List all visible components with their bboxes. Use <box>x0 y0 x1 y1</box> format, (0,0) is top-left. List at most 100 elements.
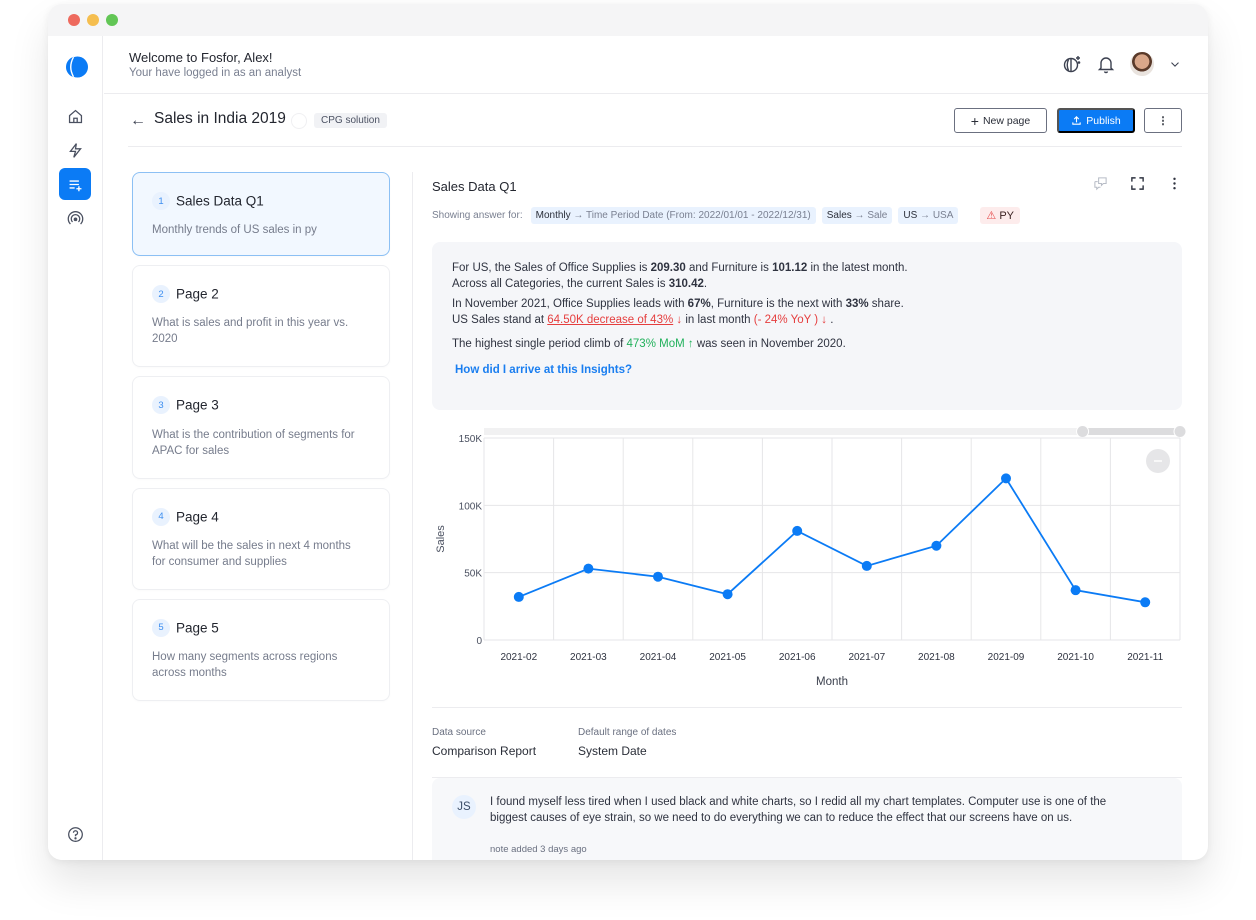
page-card-1[interactable]: 1 Sales Data Q1 Monthly trends of US sale… <box>132 172 390 257</box>
insight-explanation-link[interactable]: How did I arrive at this Insights? <box>455 362 632 378</box>
chevron-down-icon[interactable] <box>1168 57 1182 71</box>
zoom-slider-window[interactable] <box>1082 428 1180 435</box>
list-add-icon <box>69 179 81 191</box>
insight-box: For US, the Sales of Office Supplies is … <box>432 242 1182 410</box>
y-tick-label: 100K <box>459 501 483 512</box>
meta-data-source: Data source Comparison Report <box>432 727 536 758</box>
page-number: 3 <box>152 396 170 415</box>
zoom-slider-track[interactable] <box>484 428 1180 435</box>
note-timestamp: note added 3 days ago <box>490 844 587 855</box>
text: and Furniture is <box>685 262 773 274</box>
text: The highest single period climb of <box>452 338 627 350</box>
chip-key: Monthly <box>535 210 571 221</box>
comment-icon[interactable] <box>1093 176 1108 191</box>
fullscreen-icon[interactable] <box>1130 176 1145 191</box>
text: was seen in November 2020. <box>693 338 846 350</box>
decrease-link[interactable]: 64.50K decrease of 43% <box>547 314 673 326</box>
x-tick-label: 2021-05 <box>709 652 746 663</box>
close-window-button[interactable] <box>68 14 80 26</box>
page-card-5[interactable]: 5 Page 5 How many segments across regions… <box>132 598 390 702</box>
filter-chip-region[interactable]: US → USA <box>898 207 959 224</box>
more-options-button[interactable]: ⋮ <box>1144 108 1182 133</box>
text: In November 2021, Office Supplies leads … <box>452 298 688 310</box>
data-point-2021-04[interactable] <box>653 571 663 582</box>
minimize-window-button[interactable] <box>87 14 99 26</box>
answer-title: Sales Data Q1 <box>432 179 517 194</box>
filter-chip-measure[interactable]: Sales → Sale <box>821 207 893 224</box>
page-description: What is sales and profit in this year vs… <box>152 317 349 346</box>
answer-actions <box>1093 176 1182 191</box>
fosfor-logo[interactable] <box>63 56 89 78</box>
yoy-change: (- 24% YoY ) ↓ <box>753 314 828 326</box>
text: share. <box>868 298 904 310</box>
insight-line: For US, the Sales of Office Supplies is … <box>452 260 1162 292</box>
warning-label: PY <box>999 210 1015 222</box>
text: . <box>703 278 708 290</box>
rail-pages[interactable] <box>59 168 91 200</box>
page-description: What is the contribution of segments for… <box>152 428 355 457</box>
rail-insights[interactable] <box>59 134 91 166</box>
note-card: JS I found myself less tired when I used… <box>432 778 1182 860</box>
y-tick-label: 150K <box>459 434 483 445</box>
data-point-2021-08[interactable] <box>931 540 942 551</box>
toolbar-divider <box>128 146 1182 147</box>
showing-label: Showing answer for: <box>432 210 523 221</box>
warning-triangle-icon: ⚠ <box>986 210 997 222</box>
page-number: 4 <box>152 507 170 526</box>
rail-signals[interactable] <box>59 202 91 234</box>
rail-home[interactable] <box>59 100 91 132</box>
data-point-2021-11[interactable] <box>1140 597 1151 608</box>
data-point-2021-10[interactable] <box>1070 585 1081 596</box>
filter-chips: Showing answer for: Monthly → Time Perio… <box>432 207 1021 224</box>
theme-toggle-icon[interactable] <box>1062 54 1082 74</box>
page-card-2[interactable]: 2 Page 2 What is sales and profit in this… <box>132 265 390 368</box>
warning-chip[interactable]: ⚠ PY <box>980 207 1021 224</box>
data-point-2021-02[interactable] <box>513 591 524 602</box>
page-number: 5 <box>152 618 170 637</box>
zoom-slider-handle-start[interactable] <box>1076 425 1090 438</box>
pages-list: 1 Sales Data Q1 Monthly trends of US sale… <box>132 172 390 710</box>
x-axis-title: Month <box>816 676 848 688</box>
avatar[interactable] <box>1130 52 1154 76</box>
publish-label: Publish <box>1086 114 1121 127</box>
data-point-2021-09[interactable] <box>1001 473 1011 484</box>
page-name: Page 5 <box>176 620 219 636</box>
header-actions <box>1062 52 1182 76</box>
value: 101.12 <box>772 262 808 274</box>
text: Across all Categories, the current Sales… <box>452 278 669 290</box>
data-point-2021-07[interactable] <box>861 560 872 571</box>
x-tick-label: 2021-07 <box>848 652 885 663</box>
data-point-2021-06[interactable] <box>792 525 803 536</box>
x-tick-label: 2021-11 <box>1127 652 1163 663</box>
value: 67% <box>687 298 711 310</box>
text: For US, the Sales of Office Supplies is <box>452 262 651 274</box>
data-point-2021-03[interactable] <box>583 563 594 574</box>
maximize-window-button[interactable] <box>106 14 118 26</box>
sales-line-chart: 0 50K 100K 150K 2021-02 2021-03 2021-04 2021-05… <box>432 420 1192 700</box>
text: in last month <box>682 314 754 326</box>
upload-icon <box>1072 116 1081 125</box>
zoom-slider-handle-end[interactable] <box>1173 425 1187 438</box>
page-card-3[interactable]: 3 Page 3 What is the contribution of segm… <box>132 376 390 479</box>
data-point-2021-05[interactable] <box>722 589 733 600</box>
info-icon[interactable] <box>291 113 307 129</box>
x-tick-label: 2021-02 <box>500 652 537 663</box>
app-window: Welcome to Fosfor, Alex! Your have logge… <box>48 4 1208 860</box>
value: 33% <box>845 298 869 310</box>
page-description: How many segments across regions across … <box>152 651 338 680</box>
page-name: Page 3 <box>176 397 219 413</box>
meta-value: Comparison Report <box>432 744 537 758</box>
kebab-icon[interactable] <box>1167 176 1182 191</box>
page-card-4[interactable]: 4 Page 4 What will be the sales in next 4… <box>132 487 390 590</box>
bell-icon[interactable] <box>1096 54 1116 74</box>
publish-button[interactable]: Publish <box>1057 108 1135 133</box>
rail-help[interactable] <box>59 818 91 850</box>
page-name: Page 2 <box>176 286 219 302</box>
back-arrow-icon[interactable]: ← <box>130 112 146 130</box>
meta-value: System Date <box>578 744 647 758</box>
filter-chip-period[interactable]: Monthly → Time Period Date (From: 2022/0… <box>530 207 816 224</box>
page-description: Monthly trends of US sales in py <box>152 224 317 237</box>
mom-change: 473% MoM ↑ <box>626 338 694 350</box>
new-page-button[interactable]: + New page <box>954 108 1047 133</box>
text: . <box>827 314 834 326</box>
